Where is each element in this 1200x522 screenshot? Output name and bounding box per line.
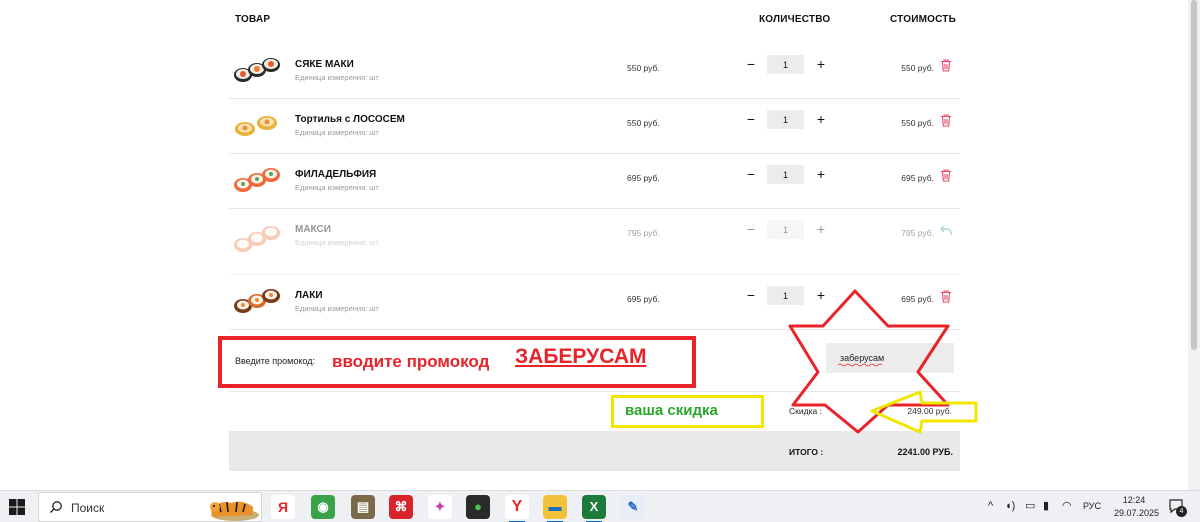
sushi-roll-image: [234, 58, 280, 82]
quantity-input[interactable]: [767, 286, 804, 305]
notification-icon[interactable]: 4: [1168, 498, 1187, 517]
decrease-qty-button[interactable]: −: [744, 221, 758, 237]
trash-icon[interactable]: [940, 290, 952, 303]
item-cost: 550 руб.: [901, 118, 934, 128]
yandex-browser-icon[interactable]: Я: [271, 495, 295, 519]
language-indicator[interactable]: РУС: [1083, 501, 1101, 511]
sushi-roll-image: [234, 226, 280, 252]
header-quantity: КОЛИЧЕСТВО: [759, 14, 831, 25]
item-unit: Единица измерения: шт: [295, 128, 379, 137]
annotation-promo-code: ЗАБЕРУСАМ: [515, 345, 647, 368]
discount-value: 249.00 руб.: [907, 406, 952, 416]
notification-count: 4: [1176, 506, 1187, 517]
annotation-red-text: вводите промокод: [332, 352, 490, 371]
item-unit: Единица измерения: шт: [295, 238, 379, 247]
quantity-input[interactable]: [767, 165, 804, 184]
increase-qty-button[interactable]: +: [814, 56, 828, 72]
item-name: СЯКЕ МАКИ: [295, 59, 354, 70]
traffic-light-icon[interactable]: ●: [466, 495, 490, 519]
item-cost: 695 руб.: [901, 294, 934, 304]
trash-icon[interactable]: [940, 114, 952, 127]
feather-icon[interactable]: ✦: [428, 495, 452, 519]
decrease-qty-button[interactable]: −: [744, 287, 758, 303]
clock[interactable]: 12:24 29.07.2025: [1114, 494, 1160, 520]
item-name: МАКСИ: [295, 224, 331, 235]
total-bar: ИТОГО : 2241.00 РУБ.: [229, 431, 960, 471]
item-cost: 795 руб.: [901, 228, 934, 238]
tiger-icon: [210, 501, 259, 521]
undo-icon[interactable]: [940, 224, 952, 237]
decrease-qty-button[interactable]: −: [744, 111, 758, 127]
increase-qty-button[interactable]: +: [814, 287, 828, 303]
item-price: 795 руб.: [627, 228, 660, 238]
header-product: ТОВАР: [235, 14, 271, 25]
increase-qty-button[interactable]: +: [814, 221, 828, 237]
taskbar-search[interactable]: Поиск: [38, 492, 262, 522]
speaker-icon[interactable]: ◖): [1005, 499, 1015, 513]
increase-qty-button[interactable]: +: [814, 111, 828, 127]
trash-icon[interactable]: [940, 59, 952, 72]
wifi-icon[interactable]: ◠: [1062, 499, 1072, 513]
item-price: 695 руб.: [627, 294, 660, 304]
trash-icon[interactable]: [940, 169, 952, 182]
file-explorer-icon[interactable]: ▬: [543, 495, 567, 522]
item-price: 550 руб.: [627, 63, 660, 73]
cart-item-row-removed: МАКСИ Единица измерения: шт 795 руб. − +…: [229, 209, 960, 275]
item-name: ЛАКИ: [295, 290, 323, 301]
archive-icon[interactable]: ▤: [351, 495, 375, 519]
cart-item-row: ФИЛАДЕЛЬФИЯ Единица измерения: шт 695 ру…: [229, 154, 960, 209]
taskbar: Поиск Я ◉ ▤ ⌘ ✦ ● Y ▬ X ✎ ^ ◖) ▭ ▮ ◠ РУС…: [0, 490, 1200, 522]
item-price: 695 руб.: [627, 173, 660, 183]
clock-time: 12:24: [1122, 495, 1146, 505]
excel-icon[interactable]: X: [582, 495, 606, 522]
page-scrollbar[interactable]: [1188, 0, 1200, 490]
battery-icon[interactable]: ▮: [1043, 499, 1049, 513]
paint-icon[interactable]: ✎: [621, 495, 645, 519]
pdf-icon[interactable]: ⌘: [389, 495, 413, 519]
item-unit: Единица измерения: шт: [295, 183, 379, 192]
item-cost: 695 руб.: [901, 173, 934, 183]
windows-start-icon[interactable]: [8, 498, 26, 516]
decrease-qty-button[interactable]: −: [744, 56, 758, 72]
clock-date: 29.07.2025: [1114, 508, 1160, 518]
chevron-up-icon[interactable]: ^: [988, 499, 993, 513]
total-label: ИТОГО :: [789, 447, 824, 457]
item-unit: Единица измерения: шт: [295, 73, 379, 82]
discount-label: Скидка :: [789, 406, 822, 416]
display-icon[interactable]: ▭: [1025, 499, 1035, 513]
annotation-yellow-text: ваша скидка: [625, 402, 718, 419]
sushi-roll-image: [234, 168, 280, 192]
item-name: ФИЛАДЕЛЬФИЯ: [295, 169, 377, 180]
decrease-qty-button[interactable]: −: [744, 166, 758, 182]
item-name: Тортилья с ЛОСОСЕМ: [295, 114, 405, 125]
increase-qty-button[interactable]: +: [814, 166, 828, 182]
cart-item-row: Тортилья с ЛОСОСЕМ Единица измерения: шт…: [229, 99, 960, 154]
search-placeholder: Поиск: [71, 501, 105, 515]
scrollbar-thumb[interactable]: [1191, 0, 1197, 350]
sushi-roll-image: [235, 116, 277, 136]
item-unit: Единица измерения: шт: [295, 304, 379, 313]
page: ТОВАР КОЛИЧЕСТВО СТОИМОСТЬ СЯКЕ МАКИ Еди…: [0, 0, 1200, 522]
yandex-icon[interactable]: Y: [505, 495, 529, 522]
header-cost: СТОИМОСТЬ: [890, 14, 956, 25]
maps-icon[interactable]: ◉: [311, 495, 335, 519]
sushi-roll-image: [234, 289, 280, 313]
total-value: 2241.00 РУБ.: [897, 447, 954, 457]
quantity-input[interactable]: [767, 55, 804, 74]
quantity-input[interactable]: [767, 220, 804, 239]
cart-item-row: СЯКЕ МАКИ Единица измерения: шт 550 руб.…: [229, 44, 960, 99]
search-icon: [50, 501, 62, 513]
item-price: 550 руб.: [627, 118, 660, 128]
item-cost: 550 руб.: [901, 63, 934, 73]
quantity-input[interactable]: [767, 110, 804, 129]
promo-code-input[interactable]: [826, 343, 954, 373]
cart-item-row: ЛАКИ Единица измерения: шт 695 руб. − + …: [229, 275, 960, 330]
